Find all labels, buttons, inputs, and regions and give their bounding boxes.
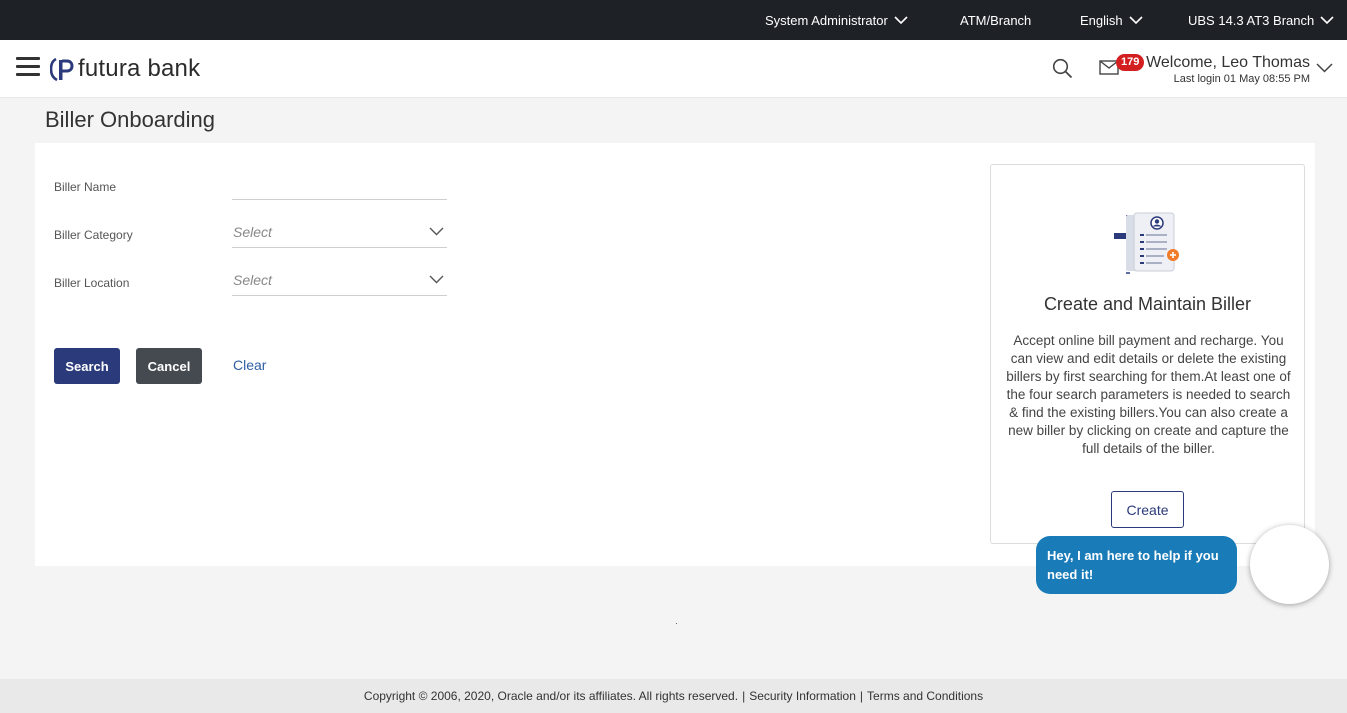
biller-category-label: Biller Category (54, 228, 133, 242)
search-icon[interactable] (1052, 58, 1073, 79)
last-login-text: Last login 01 May 08:55 PM (1173, 73, 1310, 85)
terms-conditions-link[interactable]: Terms and Conditions (867, 689, 983, 703)
biller-name-label: Biller Name (54, 180, 117, 194)
brand-logo[interactable]: futura bank (50, 55, 200, 83)
page-title: Biller Onboarding (45, 107, 215, 132)
welcome-text: Welcome, Leo Thomas (1146, 54, 1310, 71)
top-bar: System Administrator ATM/Branch English … (0, 0, 1347, 40)
branch-selector[interactable]: UBS 14.3 AT3 Branch (1188, 0, 1334, 40)
brand-name: futura bank (78, 55, 201, 82)
language-selector[interactable]: English (1080, 0, 1143, 40)
app-header: futura bank 179 Welcome, Leo Thomas Last… (0, 40, 1347, 98)
biller-location-label: Biller Location (54, 276, 130, 290)
biller-location-value: Select (233, 272, 272, 288)
create-biller-card: Create and Maintain Biller Accept online… (990, 164, 1305, 544)
chevron-down-icon (1320, 15, 1334, 24)
footer-separator: | (742, 689, 746, 703)
card-description: Accept online bill payment and recharge.… (1006, 333, 1291, 456)
branch-label: UBS 14.3 AT3 Branch (1188, 12, 1315, 28)
create-button[interactable]: Create (1111, 491, 1184, 528)
footer: Copyright © 2006, 2020, Oracle and/or it… (0, 679, 1347, 713)
role-selector[interactable]: System Administrator (765, 0, 908, 40)
chevron-down-icon (429, 275, 444, 284)
user-menu[interactable]: Welcome, Leo Thomas Last login 01 May 08… (1146, 54, 1310, 85)
channel-text: ATM/Branch (960, 12, 1032, 28)
biller-name-input[interactable] (232, 167, 447, 200)
card-title: Create and Maintain Biller (1043, 294, 1252, 314)
biller-category-value: Select (233, 224, 272, 240)
chevron-down-icon (429, 227, 444, 236)
channel-label[interactable]: ATM/Branch (960, 0, 1031, 40)
notification-badge[interactable]: 179 (1116, 54, 1145, 71)
security-information-link[interactable]: Security Information (749, 689, 856, 703)
language-label: English (1080, 12, 1123, 28)
futura-logo-icon (50, 57, 74, 82)
chevron-down-icon (1129, 15, 1143, 24)
cancel-button[interactable]: Cancel (136, 348, 202, 384)
copyright-text: Copyright © 2006, 2020, Oracle and/or it… (363, 689, 739, 703)
chat-bubble[interactable]: Hey, I am here to help if you need it! (1036, 536, 1237, 594)
biller-location-select[interactable]: Select (232, 263, 447, 296)
chevron-down-icon[interactable] (1316, 63, 1333, 73)
clear-link[interactable]: Clear (233, 357, 266, 373)
role-label: System Administrator (765, 12, 888, 28)
footer-separator: | (859, 689, 864, 703)
biller-document-icon (1114, 212, 1179, 274)
search-button[interactable]: Search (54, 348, 120, 384)
menu-icon[interactable] (16, 57, 40, 79)
decorative-dot (676, 623, 677, 624)
chevron-down-icon (894, 15, 908, 24)
chat-assistant-avatar[interactable] (1250, 525, 1329, 604)
biller-category-select[interactable]: Select (232, 215, 447, 248)
